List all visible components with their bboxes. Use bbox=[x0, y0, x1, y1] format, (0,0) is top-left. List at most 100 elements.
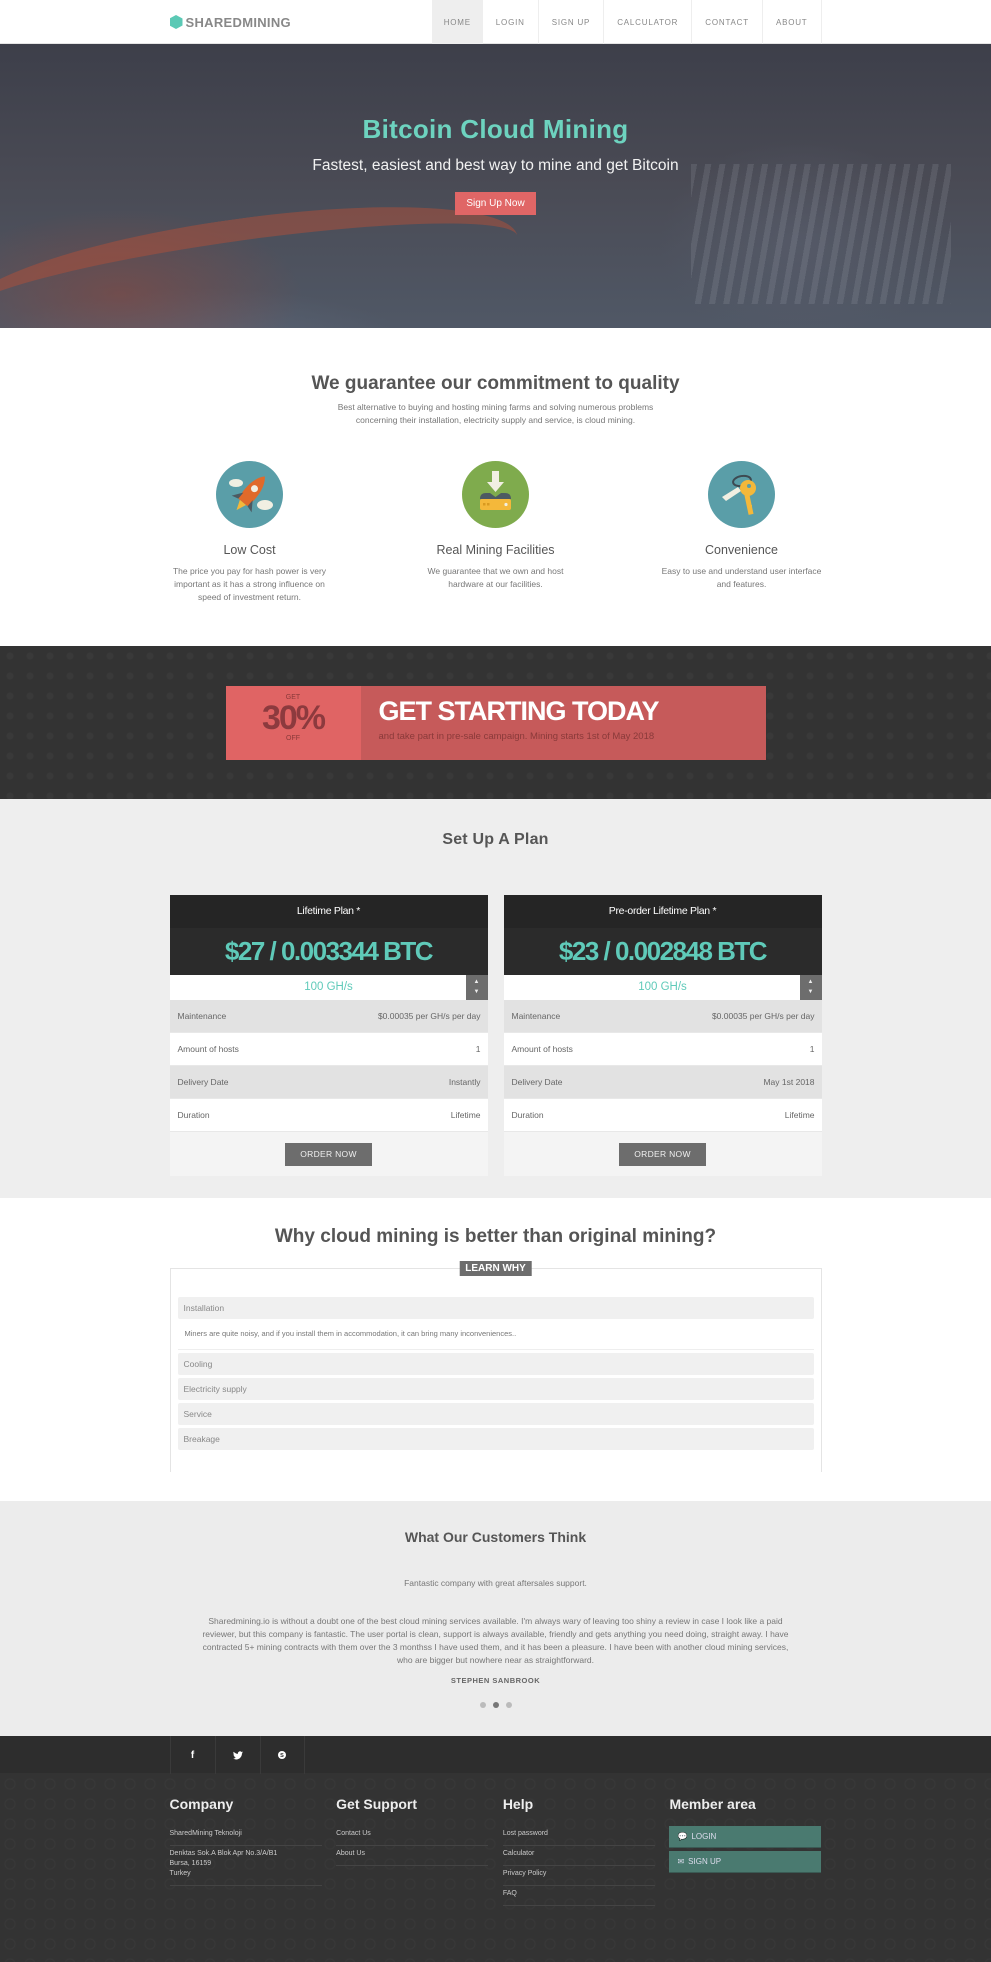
address-line: Turkey bbox=[169, 1870, 191, 1877]
nav-login[interactable]: LOGIN bbox=[481, 0, 538, 44]
chat-bubble-icon: 💬 bbox=[677, 1832, 688, 1841]
accordion-item-cooling[interactable]: Cooling bbox=[177, 1353, 814, 1375]
company-name: SharedMining Teknoloji bbox=[169, 1826, 322, 1846]
row-label: Duration bbox=[177, 1110, 210, 1120]
member-signup-button[interactable]: ✉ SIGN UP bbox=[669, 1851, 822, 1873]
stepper-up-icon[interactable]: ▲ bbox=[466, 977, 488, 987]
quality-lead-line: Best alternative to buying and hosting m… bbox=[337, 402, 654, 412]
accordion-item-installation[interactable]: Installation bbox=[177, 1297, 814, 1319]
row-value: $0.00035 per GH/s per day bbox=[377, 1011, 481, 1021]
top-navbar: SHAREDMINING HOME LOGIN SIGN UP CALCULAT… bbox=[0, 0, 991, 44]
stepper-up-icon[interactable]: ▲ bbox=[800, 977, 822, 987]
row-value: Lifetime bbox=[784, 1110, 815, 1120]
accordion-item-electricity-supply[interactable]: Electricity supply bbox=[177, 1378, 814, 1400]
nav-home[interactable]: HOME bbox=[431, 0, 482, 44]
order-now-button[interactable]: ORDER NOW bbox=[619, 1142, 706, 1166]
testimonial-quote: Sharedmining.io is without a doubt one o… bbox=[202, 1616, 789, 1665]
nav-sign-up[interactable]: SIGN UP bbox=[537, 0, 604, 44]
carousel-dot-active[interactable] bbox=[492, 1702, 499, 1708]
footer-support: Get Support Contact Us About Us bbox=[336, 1796, 489, 1906]
row-value: $0.00035 per GH/s per day bbox=[711, 1011, 815, 1021]
footer-link-lost-password[interactable]: Lost password bbox=[502, 1826, 655, 1846]
plan-row: Amount of hosts 1 bbox=[169, 1033, 488, 1066]
hashrate-value: 100 GH/s bbox=[638, 981, 687, 993]
footer-company: Company SharedMining Teknoloji Denktas S… bbox=[169, 1796, 322, 1906]
skype-icon[interactable]: S bbox=[259, 1736, 305, 1774]
discount-off: OFF bbox=[286, 735, 300, 742]
plan-row: Delivery Date May 1st 2018 bbox=[503, 1066, 822, 1099]
address-line: Bursa, 16159 bbox=[169, 1860, 212, 1867]
hashrate-stepper[interactable]: 100 GH/s ▲ ▼ bbox=[169, 975, 488, 1000]
feature-title: Convenience bbox=[705, 543, 778, 557]
row-label: Delivery Date bbox=[177, 1077, 229, 1087]
footer-heading: Member area bbox=[669, 1796, 756, 1812]
hero-title: Bitcoin Cloud Mining bbox=[362, 114, 629, 144]
row-value: 1 bbox=[475, 1044, 481, 1054]
stepper-down-icon[interactable]: ▼ bbox=[466, 987, 488, 997]
order-now-button[interactable]: ORDER NOW bbox=[285, 1142, 372, 1166]
sign-up-now-button[interactable]: Sign Up Now bbox=[455, 192, 536, 215]
stepper-down-icon[interactable]: ▼ bbox=[800, 987, 822, 997]
server-download-icon bbox=[462, 461, 529, 528]
quality-lead-line: concerning their installation, electrici… bbox=[355, 415, 636, 425]
plan-row: Maintenance $0.00035 per GH/s per day bbox=[169, 1000, 488, 1033]
carousel-dot[interactable] bbox=[505, 1702, 512, 1708]
row-value: Instantly bbox=[448, 1077, 481, 1087]
promo-title: GET STARTING TODAY bbox=[378, 696, 660, 726]
testimonials-title: What Our Customers Think bbox=[404, 1529, 587, 1545]
learn-why-badge: LEARN WHY bbox=[459, 1261, 532, 1276]
footer-heading: Company bbox=[169, 1796, 234, 1812]
accordion-item-breakage[interactable]: Breakage bbox=[177, 1428, 814, 1450]
member-login-button[interactable]: 💬 LOGIN bbox=[669, 1826, 822, 1848]
footer: Company SharedMining Teknoloji Denktas S… bbox=[0, 1774, 991, 1962]
promo-text: and take part in pre-sale campaign. Mini… bbox=[378, 731, 655, 742]
carousel-dot[interactable] bbox=[479, 1702, 486, 1708]
plan-card-lifetime: Lifetime Plan * $27 / 0.003344 BTC 100 G… bbox=[169, 895, 488, 1176]
quality-section: We guarantee our commitment to quality B… bbox=[0, 328, 991, 646]
stepper-buttons[interactable]: ▲ ▼ bbox=[799, 975, 822, 1000]
plan-row: Amount of hosts 1 bbox=[503, 1033, 822, 1066]
feature-text: Easy to use and understand user interfac… bbox=[661, 566, 822, 589]
footer-link-contact-us[interactable]: Contact Us bbox=[336, 1826, 489, 1846]
social-bar: f S bbox=[0, 1736, 991, 1774]
row-label: Delivery Date bbox=[511, 1077, 563, 1087]
footer-link-about-us[interactable]: About Us bbox=[336, 1846, 489, 1866]
footer-link-faq[interactable]: FAQ bbox=[502, 1886, 655, 1906]
hero-subtitle: Fastest, easiest and best way to mine an… bbox=[312, 157, 679, 174]
quality-title: We guarantee our commitment to quality bbox=[311, 373, 680, 394]
svg-text:S: S bbox=[280, 1753, 284, 1759]
row-value: Lifetime bbox=[450, 1110, 481, 1120]
facebook-icon[interactable]: f bbox=[169, 1736, 215, 1774]
plan-row: Duration Lifetime bbox=[503, 1099, 822, 1132]
twitter-icon[interactable] bbox=[214, 1736, 260, 1774]
footer-link-calculator[interactable]: Calculator bbox=[502, 1846, 655, 1866]
envelope-icon: ✉ bbox=[677, 1857, 685, 1866]
nav-about[interactable]: ABOUT bbox=[761, 0, 822, 44]
accordion-item-service[interactable]: Service bbox=[177, 1403, 814, 1425]
member-login-label: LOGIN bbox=[691, 1832, 717, 1841]
rocket-icon bbox=[216, 461, 283, 528]
footer-heading: Help bbox=[502, 1796, 534, 1812]
hashrate-stepper[interactable]: 100 GH/s ▲ ▼ bbox=[503, 975, 822, 1000]
promo-section: GET 30% OFF GET STARTING TODAY and take … bbox=[0, 646, 991, 799]
promo-banner[interactable]: GET 30% OFF GET STARTING TODAY and take … bbox=[225, 686, 766, 760]
hashrate-value: 100 GH/s bbox=[304, 981, 353, 993]
footer-help: Help Lost password Calculator Privacy Po… bbox=[502, 1796, 655, 1906]
quality-lead: Best alternative to buying and hosting m… bbox=[0, 401, 991, 427]
logo[interactable]: SHAREDMINING bbox=[169, 15, 291, 30]
row-label: Maintenance bbox=[511, 1011, 561, 1021]
hero-banner: Bitcoin Cloud Mining Fastest, easiest an… bbox=[0, 44, 991, 328]
row-label: Duration bbox=[511, 1110, 544, 1120]
row-label: Maintenance bbox=[177, 1011, 227, 1021]
discount-badge: GET 30% OFF bbox=[225, 686, 361, 760]
nav-calculator[interactable]: CALCULATOR bbox=[603, 0, 691, 44]
main-menu: HOME LOGIN SIGN UP CALCULATOR CONTACT AB… bbox=[431, 0, 822, 44]
feature-title: Real Mining Facilities bbox=[436, 543, 555, 557]
feature-convenience: Convenience Easy to use and understand u… bbox=[662, 461, 822, 604]
feature-text: The price you pay for hash power is very… bbox=[172, 566, 327, 602]
stepper-buttons[interactable]: ▲ ▼ bbox=[465, 975, 488, 1000]
nav-contact[interactable]: CONTACT bbox=[691, 0, 762, 44]
hexagon-logo-icon bbox=[169, 15, 183, 29]
testimonial-author: STEPHEN SANBROOK bbox=[450, 1676, 541, 1685]
footer-link-privacy-policy[interactable]: Privacy Policy bbox=[502, 1866, 655, 1886]
